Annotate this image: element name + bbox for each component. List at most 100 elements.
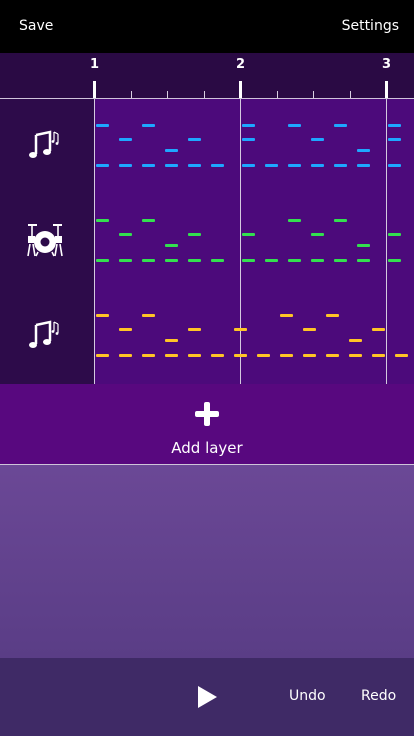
- note-block[interactable]: [388, 164, 401, 167]
- track-instrument-button[interactable]: [0, 99, 95, 194]
- note-block[interactable]: [96, 354, 109, 357]
- note-block[interactable]: [334, 124, 347, 127]
- track-instrument-button[interactable]: [0, 289, 95, 384]
- play-icon[interactable]: [198, 686, 217, 708]
- ruler-bar-marker: [239, 81, 242, 98]
- top-bar: Save Settings: [0, 0, 414, 53]
- note-block[interactable]: [142, 164, 155, 167]
- note-block[interactable]: [165, 339, 178, 342]
- note-block[interactable]: [211, 259, 224, 262]
- note-block[interactable]: [165, 244, 178, 247]
- note-block[interactable]: [188, 328, 201, 331]
- note-block[interactable]: [96, 124, 109, 127]
- track-melody-2[interactable]: [0, 289, 414, 385]
- redo-button[interactable]: Redo: [361, 658, 396, 736]
- note-block[interactable]: [188, 259, 201, 262]
- note-block[interactable]: [395, 354, 408, 357]
- note-block[interactable]: [288, 164, 301, 167]
- note-block[interactable]: [388, 138, 401, 141]
- note-block[interactable]: [119, 164, 132, 167]
- note-block[interactable]: [242, 124, 255, 127]
- note-block[interactable]: [165, 354, 178, 357]
- note-block[interactable]: [326, 314, 339, 317]
- note-block[interactable]: [280, 354, 293, 357]
- ruler-tick: [130, 91, 132, 98]
- add-layer-button[interactable]: Add layer: [0, 384, 414, 465]
- note-block[interactable]: [357, 149, 370, 152]
- note-block[interactable]: [142, 124, 155, 127]
- note-block[interactable]: [357, 244, 370, 247]
- note-block[interactable]: [303, 354, 316, 357]
- note-block[interactable]: [188, 164, 201, 167]
- note-block[interactable]: [234, 328, 247, 331]
- undo-button[interactable]: Undo: [289, 658, 326, 736]
- note-block[interactable]: [242, 233, 255, 236]
- note-block[interactable]: [165, 259, 178, 262]
- note-block[interactable]: [119, 328, 132, 331]
- note-block[interactable]: [357, 164, 370, 167]
- note-block[interactable]: [303, 328, 316, 331]
- note-block[interactable]: [311, 259, 324, 262]
- note-block[interactable]: [388, 259, 401, 262]
- note-block[interactable]: [165, 164, 178, 167]
- note-block[interactable]: [388, 124, 401, 127]
- note-block[interactable]: [334, 164, 347, 167]
- note-block[interactable]: [142, 259, 155, 262]
- note-block[interactable]: [326, 354, 339, 357]
- note-block[interactable]: [311, 164, 324, 167]
- track-instrument-button[interactable]: [0, 194, 95, 289]
- note-block[interactable]: [288, 124, 301, 127]
- note-block[interactable]: [311, 138, 324, 141]
- note-block[interactable]: [311, 233, 324, 236]
- note-block[interactable]: [242, 259, 255, 262]
- ruler-bar-marker: [93, 81, 96, 98]
- note-block[interactable]: [257, 354, 270, 357]
- bar-number-3: 3: [382, 57, 392, 72]
- note-block[interactable]: [188, 233, 201, 236]
- note-block[interactable]: [211, 164, 224, 167]
- empty-area: [0, 465, 414, 658]
- note-block[interactable]: [142, 314, 155, 317]
- ruler-tick: [276, 91, 278, 98]
- note-block[interactable]: [211, 354, 224, 357]
- note-block[interactable]: [349, 354, 362, 357]
- track-melody-1[interactable]: [0, 99, 414, 195]
- note-block[interactable]: [96, 164, 109, 167]
- note-block[interactable]: [280, 314, 293, 317]
- bar-divider: [386, 194, 387, 289]
- note-block[interactable]: [357, 259, 370, 262]
- note-block[interactable]: [288, 259, 301, 262]
- note-block[interactable]: [188, 354, 201, 357]
- note-block[interactable]: [165, 149, 178, 152]
- note-block[interactable]: [96, 259, 109, 262]
- note-block[interactable]: [142, 219, 155, 222]
- note-block[interactable]: [334, 259, 347, 262]
- timeline-ruler[interactable]: 1 2 3: [0, 53, 414, 99]
- note-block[interactable]: [234, 354, 247, 357]
- note-block[interactable]: [96, 314, 109, 317]
- note-block[interactable]: [349, 339, 362, 342]
- bar-divider: [386, 99, 387, 194]
- note-block[interactable]: [265, 164, 278, 167]
- note-block[interactable]: [388, 233, 401, 236]
- note-block[interactable]: [119, 233, 132, 236]
- bar-divider: [240, 194, 241, 289]
- settings-button[interactable]: Settings: [342, 0, 399, 53]
- save-button[interactable]: Save: [19, 0, 53, 53]
- note-block[interactable]: [96, 219, 109, 222]
- note-block[interactable]: [334, 219, 347, 222]
- note-block[interactable]: [372, 354, 385, 357]
- note-block[interactable]: [119, 259, 132, 262]
- bar-divider: [240, 99, 241, 194]
- note-block[interactable]: [119, 138, 132, 141]
- note-block[interactable]: [288, 219, 301, 222]
- track-drums[interactable]: [0, 194, 414, 290]
- drum-kit-icon: [27, 224, 63, 257]
- note-block[interactable]: [242, 138, 255, 141]
- note-block[interactable]: [188, 138, 201, 141]
- note-block[interactable]: [372, 328, 385, 331]
- note-block[interactable]: [265, 259, 278, 262]
- note-block[interactable]: [142, 354, 155, 357]
- note-block[interactable]: [119, 354, 132, 357]
- note-block[interactable]: [242, 164, 255, 167]
